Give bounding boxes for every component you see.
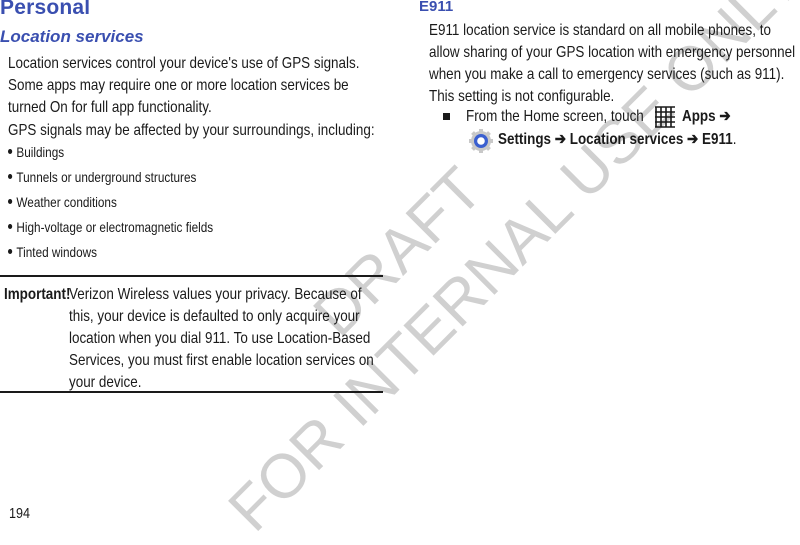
list-item: Weather conditions bbox=[8, 190, 213, 215]
settings-gear-icon bbox=[469, 129, 493, 153]
page-number: 194 bbox=[9, 505, 31, 522]
list-item-text: High-voltage or electromagnetic fields bbox=[16, 219, 214, 235]
gps-intro: GPS signals may be affected by your surr… bbox=[8, 122, 375, 139]
bullet-icon bbox=[8, 173, 13, 179]
body-line: This setting is not configurable. bbox=[429, 88, 615, 105]
bullet-icon bbox=[8, 148, 13, 154]
intro-paragraph: Location services control your device's … bbox=[8, 53, 359, 119]
list-item-text: Weather conditions bbox=[16, 194, 117, 210]
list-item: High-voltage or electromagnetic fields bbox=[8, 215, 213, 240]
period: . bbox=[732, 131, 737, 148]
intro-line: Some apps may require one or more locati… bbox=[8, 77, 349, 94]
important-note: Verizon Wireless values your privacy. Be… bbox=[69, 284, 374, 394]
bullet-icon bbox=[8, 248, 13, 254]
settings-path: Settings ➔ Location services ➔ E911. bbox=[498, 129, 736, 151]
body-line: E911 location service is standard on all… bbox=[429, 22, 771, 39]
body-line: allow sharing of your GPS location with … bbox=[429, 44, 796, 61]
apps-label: Apps bbox=[682, 108, 716, 125]
note-line: Services, you must first enable location… bbox=[69, 352, 374, 369]
arrow-icon: ➔ bbox=[687, 131, 699, 148]
step-bullet-icon bbox=[443, 113, 450, 120]
bullet-icon bbox=[8, 223, 13, 229]
note-line: Verizon Wireless values your privacy. Be… bbox=[69, 286, 362, 303]
note-line: location when you dial 911. To use Locat… bbox=[69, 330, 371, 347]
note-bottom-rule bbox=[0, 391, 383, 393]
settings-label: Settings bbox=[498, 131, 552, 148]
step-line-1: From the Home screen, touch bbox=[466, 106, 644, 128]
list-item-text: Tunnels or underground structures bbox=[16, 169, 197, 185]
bullet-icon bbox=[8, 198, 13, 204]
list-item-text: Tinted windows bbox=[16, 244, 98, 260]
important-label: Important! bbox=[4, 286, 71, 303]
intro-line: Location services control your device's … bbox=[8, 55, 360, 72]
apps-path: Apps ➔ bbox=[682, 106, 731, 128]
bullet-list: Buildings Tunnels or underground structu… bbox=[8, 140, 213, 265]
body-line: when you make a call to emergency servic… bbox=[429, 66, 785, 83]
note-line: this, your device is defaulted to only a… bbox=[69, 308, 360, 325]
list-item: Buildings bbox=[8, 140, 213, 165]
arrow-icon: ➔ bbox=[554, 131, 567, 148]
arrow-icon: ➔ bbox=[719, 108, 731, 125]
location-services-label: Location services bbox=[569, 131, 684, 148]
intro-line: turned On for full app functionality. bbox=[8, 99, 212, 116]
section-title: Personal bbox=[0, 0, 91, 19]
subsection-title: Location services bbox=[0, 27, 144, 46]
list-item: Tinted windows bbox=[8, 240, 213, 265]
e911-label: E911 bbox=[702, 131, 733, 148]
list-item-text: Buildings bbox=[16, 144, 65, 160]
list-item: Tunnels or underground structures bbox=[8, 165, 213, 190]
note-top-rule bbox=[0, 275, 383, 277]
e911-heading: E911 bbox=[419, 0, 454, 15]
step-prefix: From the Home screen, touch bbox=[466, 108, 644, 125]
apps-grid-icon bbox=[653, 104, 677, 128]
e911-body: E911 location service is standard on all… bbox=[429, 20, 795, 108]
